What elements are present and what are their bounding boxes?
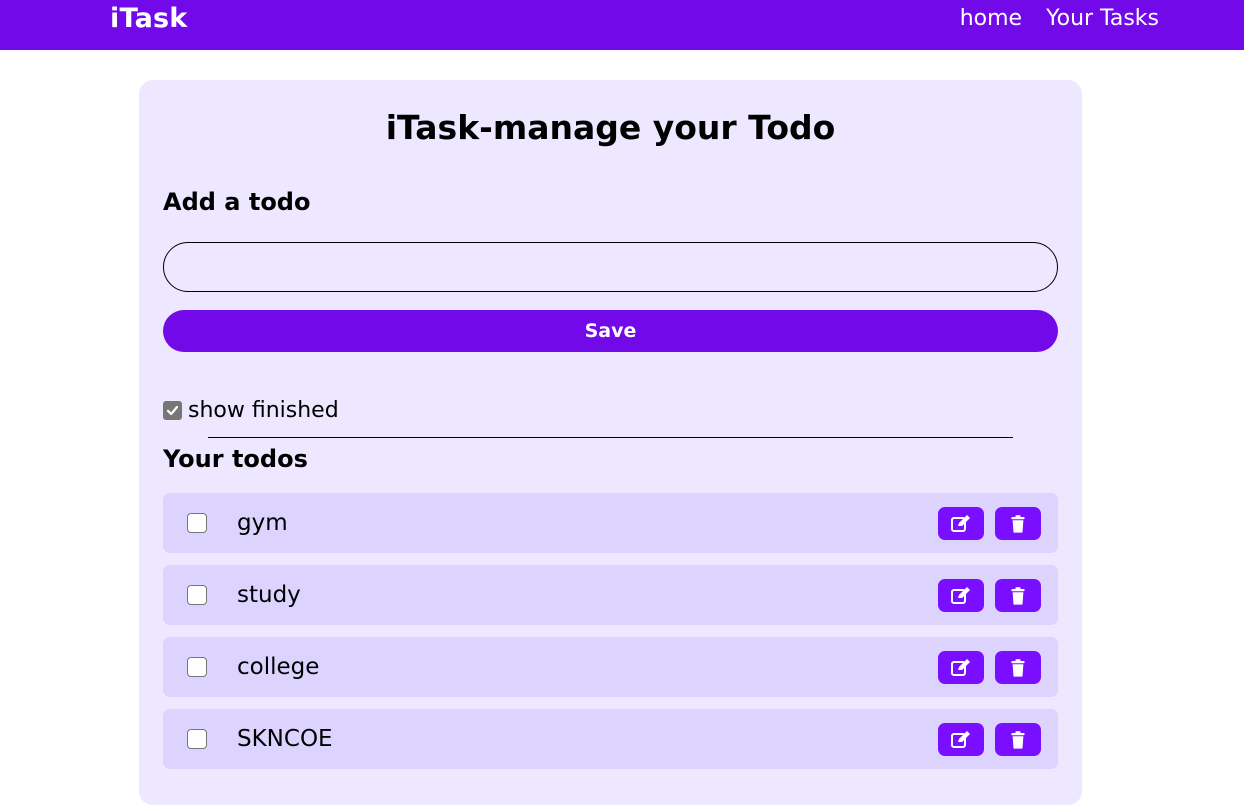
- edit-icon: [951, 730, 970, 748]
- checkmark-icon: [166, 405, 179, 416]
- todo-text: SKNCOE: [237, 726, 333, 752]
- brand-logo[interactable]: iTask: [110, 3, 187, 34]
- edit-button[interactable]: [938, 651, 984, 684]
- todo-text: college: [237, 654, 320, 680]
- show-finished-toggle[interactable]: show finished: [163, 398, 339, 423]
- edit-button[interactable]: [938, 507, 984, 540]
- todo-text: gym: [237, 510, 288, 536]
- delete-button[interactable]: [995, 723, 1041, 756]
- navbar: iTask home Your Tasks: [0, 0, 1244, 50]
- save-button[interactable]: Save: [163, 310, 1058, 352]
- todo-input[interactable]: [163, 242, 1058, 292]
- todo-checkbox[interactable]: [187, 729, 207, 749]
- trash-icon: [1011, 514, 1025, 533]
- nav-links: home Your Tasks: [960, 6, 1159, 31]
- page-title: iTask-manage your Todo: [385, 108, 836, 147]
- todo-item: study: [163, 565, 1058, 625]
- edit-button[interactable]: [938, 579, 984, 612]
- trash-icon: [1011, 658, 1025, 677]
- todo-checkbox[interactable]: [187, 585, 207, 605]
- show-finished-checkbox[interactable]: [163, 401, 182, 420]
- trash-icon: [1011, 730, 1025, 749]
- todo-card: iTask-manage your Todo Add a todo Save s…: [139, 80, 1082, 805]
- trash-icon: [1011, 586, 1025, 605]
- todo-text: study: [237, 582, 301, 608]
- your-todos-heading: Your todos: [163, 445, 308, 473]
- todo-item: college: [163, 637, 1058, 697]
- edit-button[interactable]: [938, 723, 984, 756]
- delete-button[interactable]: [995, 651, 1041, 684]
- delete-button[interactable]: [995, 579, 1041, 612]
- todo-item: gym: [163, 493, 1058, 553]
- edit-icon: [951, 514, 970, 532]
- add-todo-heading: Add a todo: [163, 188, 311, 216]
- todo-list: gym study college SKNCOE: [163, 493, 1058, 781]
- nav-link-your-tasks[interactable]: Your Tasks: [1046, 6, 1159, 31]
- todo-checkbox[interactable]: [187, 657, 207, 677]
- divider: [208, 437, 1013, 438]
- edit-icon: [951, 586, 970, 604]
- todo-checkbox[interactable]: [187, 513, 207, 533]
- show-finished-label: show finished: [188, 398, 339, 423]
- edit-icon: [951, 658, 970, 676]
- delete-button[interactable]: [995, 507, 1041, 540]
- todo-item: SKNCOE: [163, 709, 1058, 769]
- nav-link-home[interactable]: home: [960, 6, 1022, 31]
